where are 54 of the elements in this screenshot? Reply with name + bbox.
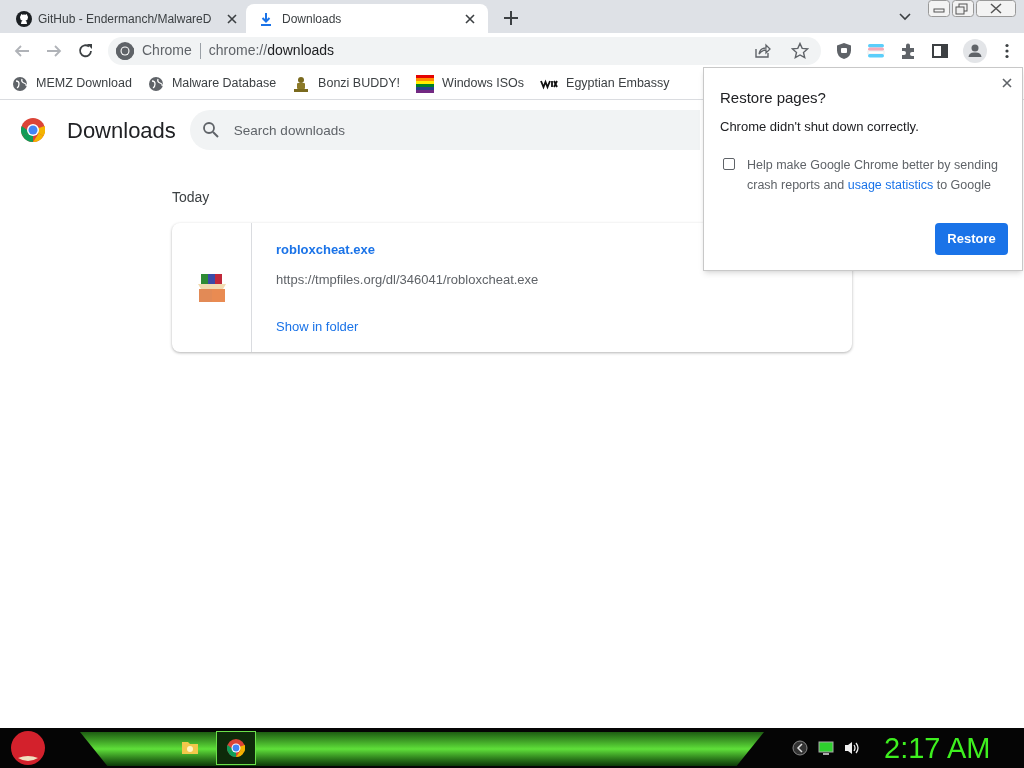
checkbox-label: Help make Google Chrome better by sending crash reports and usage statistics to Google — [747, 157, 999, 194]
bookmark-item[interactable]: Egyptian Embassy — [540, 71, 670, 96]
clock: 2:17 AM — [884, 731, 991, 765]
tab-title: Downloads — [282, 10, 343, 28]
chevron-down-icon[interactable] — [899, 13, 911, 21]
menu-icon[interactable] — [1005, 42, 1009, 59]
close-icon[interactable] — [976, 0, 1016, 17]
close-icon[interactable] — [464, 12, 476, 25]
file-name-link[interactable]: robloxcheat.exe — [276, 240, 375, 260]
rainbow-flag-icon — [416, 74, 435, 93]
side-panel-icon[interactable] — [931, 41, 949, 60]
download-url: https://tmpfiles.org/dl/346041/robloxcheat.exe — [276, 270, 539, 289]
browser-tab[interactable]: Downloads — [246, 4, 488, 33]
checkbox[interactable] — [723, 158, 735, 170]
dialog-message: Chrome didn't shut down correctly. — [720, 118, 919, 136]
new-tab-icon[interactable] — [504, 11, 518, 25]
shield-icon[interactable] — [835, 41, 853, 60]
figure-icon — [292, 74, 311, 93]
bookmark-item[interactable]: Bonzi BUDDY! — [292, 71, 401, 96]
tab-title: GitHub - Endermanch/MalwareD — [38, 10, 213, 28]
archive-box-icon — [196, 272, 227, 303]
share-icon[interactable] — [753, 41, 771, 60]
usage-statistics-link[interactable]: usage statistics — [847, 178, 934, 192]
monitor-icon[interactable] — [818, 740, 834, 756]
restore-button[interactable]: Restore — [935, 223, 1008, 255]
close-icon[interactable] — [226, 12, 238, 25]
zigzag-logo-icon — [540, 77, 559, 90]
browser-tab[interactable]: GitHub - Endermanch/MalwareD — [8, 4, 246, 33]
site-label: Chrome — [142, 41, 192, 60]
star-icon[interactable] — [791, 41, 809, 60]
maximize-icon[interactable] — [952, 0, 974, 17]
globe-icon — [147, 75, 164, 92]
dialog-title: Restore pages? — [720, 88, 826, 108]
search-field[interactable]: Search downloads — [189, 110, 700, 150]
show-in-folder-link[interactable]: Show in folder — [276, 317, 359, 337]
address-bar[interactable]: Chrome chrome://downloads — [108, 36, 821, 65]
folder-icon — [181, 739, 199, 757]
cat-silhouette-icon — [16, 10, 32, 27]
speaker-icon[interactable] — [844, 740, 860, 756]
download-icon — [258, 10, 274, 27]
globe-icon — [12, 75, 28, 92]
bookmark-item[interactable]: MEMZ Download — [12, 71, 132, 96]
profile-icon[interactable] — [963, 38, 987, 63]
arrow-left-icon[interactable] — [792, 740, 808, 756]
start-button-icon[interactable] — [8, 728, 48, 768]
taskbar-button[interactable] — [216, 731, 256, 765]
minimize-icon[interactable] — [928, 0, 950, 17]
bookmark-item[interactable]: Malware Database — [147, 71, 277, 96]
page-title: Downloads — [67, 116, 176, 145]
bookmark-item[interactable]: Windows ISOs — [416, 71, 525, 96]
url-text: chrome://downloads — [208, 41, 336, 60]
puzzle-icon[interactable] — [899, 41, 917, 60]
reload-icon[interactable] — [78, 42, 94, 59]
close-icon[interactable] — [1002, 78, 1012, 88]
